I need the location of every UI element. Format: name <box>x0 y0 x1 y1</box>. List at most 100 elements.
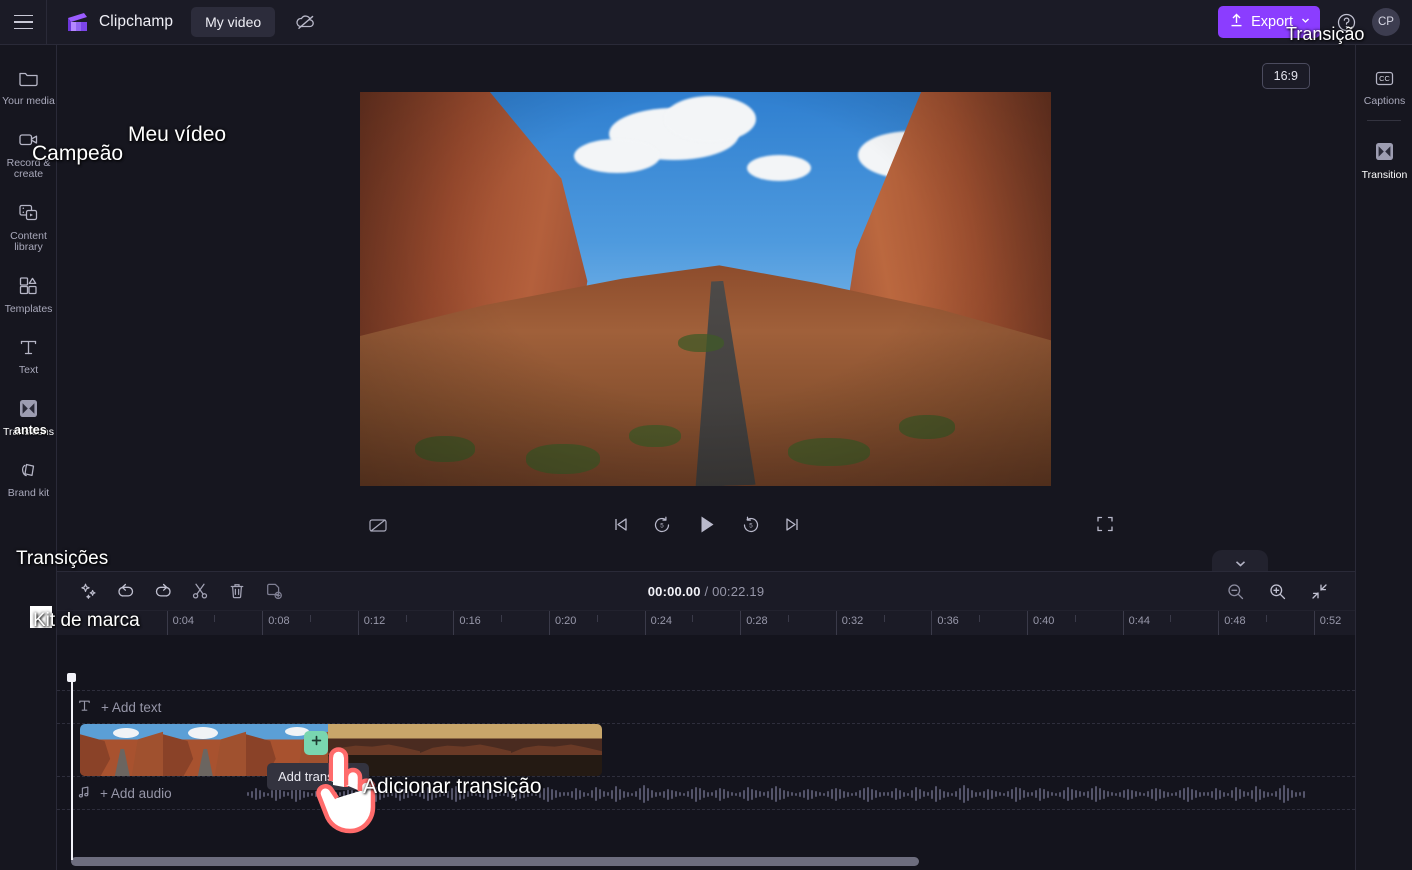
waveform-bar <box>907 792 909 796</box>
waveform-bar <box>939 788 941 800</box>
waveform-bar <box>1227 792 1229 796</box>
waveform-bar <box>891 790 893 798</box>
waveform-bar <box>1055 792 1057 796</box>
ruler-tick-minor <box>979 615 981 622</box>
waveform-bar <box>1127 788 1129 800</box>
waveform-bar <box>687 791 689 797</box>
waveform-bar <box>411 792 413 796</box>
sidebar-item-templates[interactable]: Templates <box>0 265 57 322</box>
waveform-bar <box>699 788 701 800</box>
add-transition-button[interactable] <box>304 731 328 755</box>
waveform-bar <box>875 790 877 798</box>
chevron-down-icon[interactable] <box>1300 14 1311 30</box>
thumb-rock <box>163 733 194 776</box>
waveform-bar <box>1135 791 1137 797</box>
waveform-bar <box>731 792 733 796</box>
waveform-bar <box>887 792 889 796</box>
waveform-bar <box>291 789 293 799</box>
sidebar-item-text[interactable]: Text <box>0 326 57 383</box>
annotation-mask <box>30 606 52 628</box>
sidebar-item-your-media[interactable]: Your media <box>0 57 57 114</box>
thumb-rock <box>80 733 111 776</box>
export-button[interactable]: Export <box>1218 6 1320 38</box>
waveform-bar <box>919 789 921 799</box>
sidebar-item-transitions[interactable]: Transitions <box>0 388 57 445</box>
add-audio-track[interactable]: + Add audio <box>57 776 1355 810</box>
add-text-track[interactable]: + Add text <box>57 690 1355 724</box>
sidebar-item-transition[interactable]: Transition <box>1356 131 1412 188</box>
sidebar-label: Templates <box>4 302 53 315</box>
waveform-bar <box>1247 792 1249 796</box>
waveform-bar <box>883 792 885 796</box>
waveform-bar <box>715 790 717 798</box>
waveform-bar <box>935 786 937 802</box>
playhead[interactable] <box>67 673 75 860</box>
clipchamp-logo-icon <box>65 11 90 33</box>
thumb-cloud <box>187 726 218 739</box>
sidebar-item-captions[interactable]: CC Captions <box>1356 57 1412 114</box>
cloud-offline-icon[interactable] <box>293 9 319 35</box>
waveform-bar <box>679 792 681 796</box>
rewind-5s-icon[interactable]: 5 <box>652 515 672 535</box>
waveform-bar <box>287 792 289 796</box>
waveform-bar <box>427 787 429 801</box>
fullscreen-icon[interactable] <box>1095 514 1115 539</box>
ruler-label: 0:48 <box>1224 615 1246 627</box>
waveform-bar <box>683 792 685 796</box>
sidebar-item-content-library[interactable]: Content library <box>0 192 57 260</box>
ruler-label: 0:44 <box>1128 615 1151 627</box>
brand-home-link[interactable]: Clipchamp <box>65 11 173 33</box>
waveform-bar <box>603 791 605 797</box>
hamburger-menu-icon[interactable] <box>0 0 46 45</box>
video-preview[interactable] <box>360 92 1051 486</box>
thumb-scrub <box>511 755 602 776</box>
waveform-bar <box>755 790 757 798</box>
waveform-bar <box>927 792 929 796</box>
waveform-bar <box>899 789 901 799</box>
skip-to-start-icon[interactable] <box>611 515 630 534</box>
cloud-shape <box>746 155 811 182</box>
timeline-ruler[interactable]: 0:04 0:08 0:12 0:16 0:20 0:24 0:28 0:32 0:36 0:40… <box>57 611 1355 635</box>
waveform-bar <box>407 790 409 798</box>
transition-bowtie-icon <box>1372 139 1398 165</box>
sidebar-item-brand-kit[interactable]: Brand kit <box>0 449 57 506</box>
timeline-scrollbar-thumb[interactable] <box>71 857 919 866</box>
toolbar-divider <box>46 0 47 45</box>
folder-icon <box>16 65 42 91</box>
vegetation <box>629 424 682 447</box>
sidebar-label: Captions <box>1363 95 1406 107</box>
waveform-bar <box>1087 790 1089 798</box>
waveform-bar <box>1023 790 1025 798</box>
aspect-ratio-button[interactable]: 16:9 <box>1261 63 1310 89</box>
waveform-bar <box>483 790 485 798</box>
sidebar-item-record-create[interactable]: Record & create <box>0 119 57 187</box>
waveform-bar <box>843 790 845 798</box>
waveform-bar <box>379 788 381 800</box>
add-text-label: + Add text <box>101 699 162 715</box>
waveform-bar <box>303 790 305 798</box>
waveform-bar <box>1195 790 1197 798</box>
upload-arrow-icon <box>1229 12 1244 32</box>
forward-5s-icon[interactable]: 5 <box>741 515 761 535</box>
waveform-bar <box>647 787 649 801</box>
video-clip-2[interactable] <box>328 724 602 776</box>
waveform-bar <box>623 790 625 798</box>
waveform-bar <box>351 789 353 799</box>
waveform-bar <box>711 792 713 796</box>
waveform-bar <box>363 792 365 796</box>
skip-to-end-icon[interactable] <box>783 515 802 534</box>
waveform-bar <box>775 786 777 802</box>
waveform-bar <box>607 792 609 796</box>
current-time: 00:00.00 <box>647 583 701 599</box>
waveform-bar <box>251 790 253 798</box>
play-button[interactable] <box>694 512 719 537</box>
avatar[interactable]: CP <box>1372 8 1400 36</box>
top-bar-right-group: Export CP <box>1218 6 1412 38</box>
waveform-bar <box>1091 788 1093 800</box>
help-circle-icon[interactable] <box>1333 9 1359 35</box>
timeline-tracks: + Add text Add transition + Add audio <box>57 635 1355 860</box>
vegetation <box>788 438 871 467</box>
total-time: 00:22.19 <box>712 583 765 599</box>
project-name-chip[interactable]: My video <box>191 7 276 37</box>
waveform-bar <box>779 788 781 800</box>
